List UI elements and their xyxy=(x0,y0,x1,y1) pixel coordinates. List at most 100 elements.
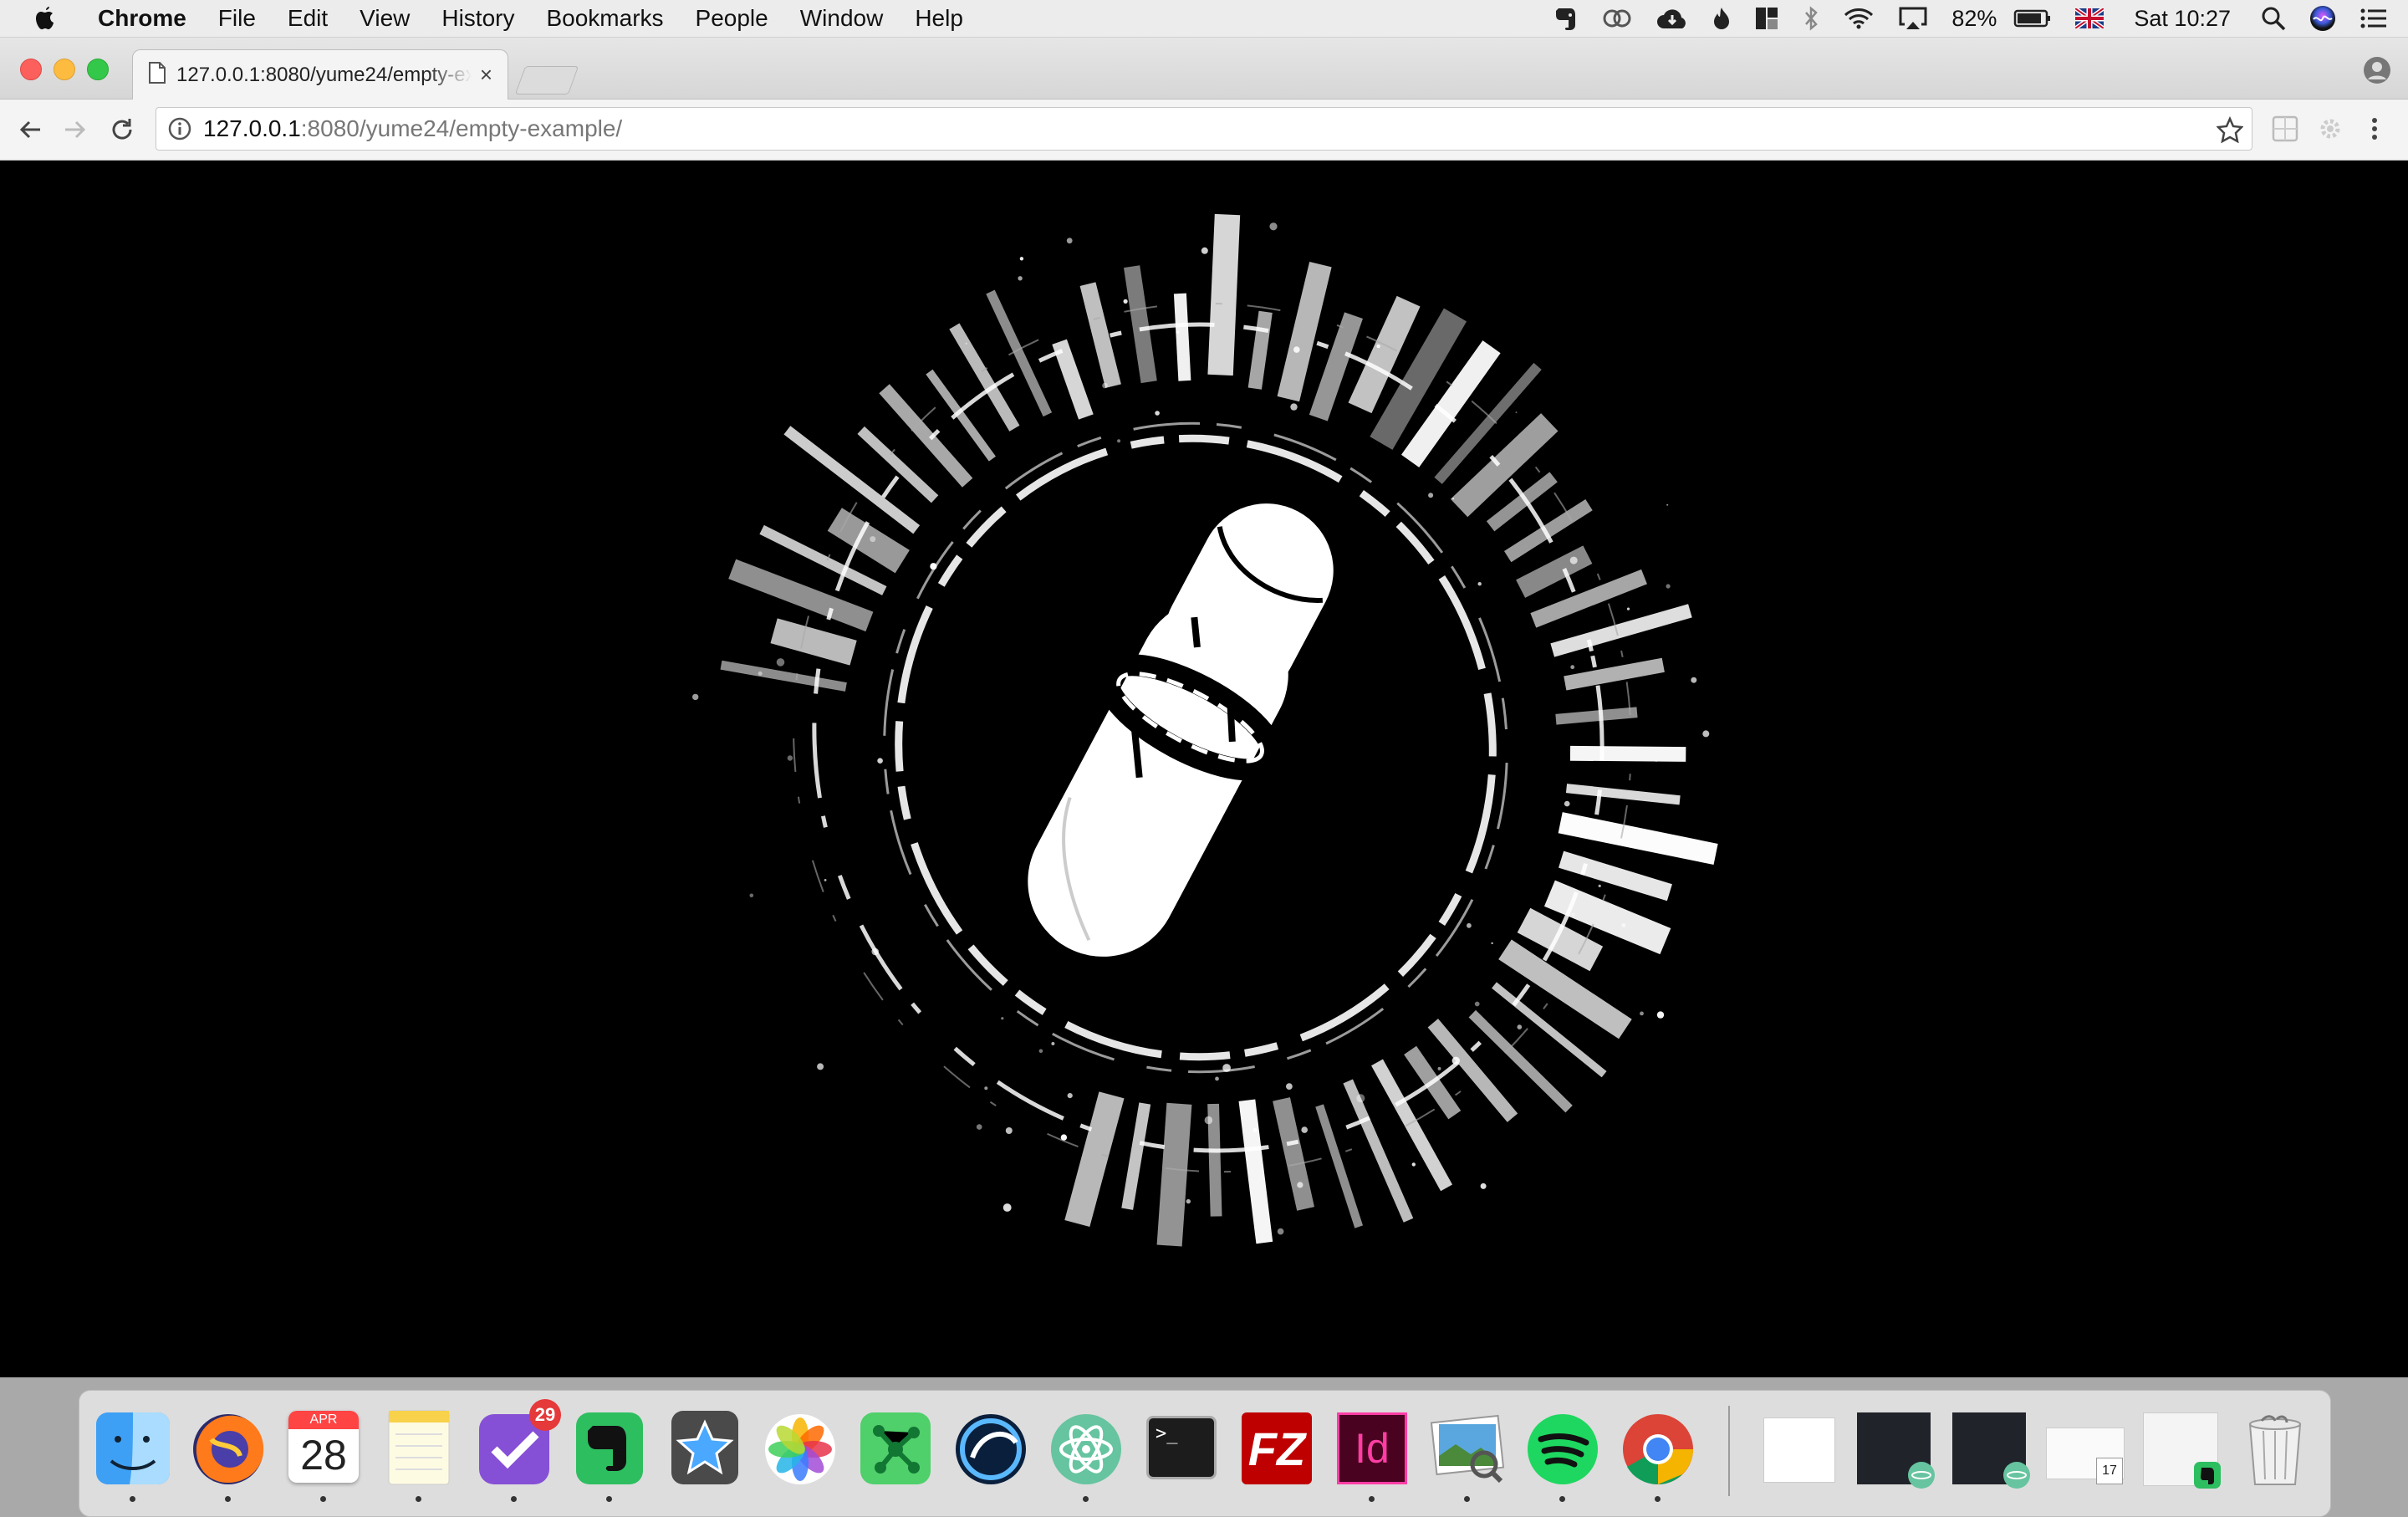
indesign-label: Id xyxy=(1337,1412,1407,1484)
tab-active[interactable]: 127.0.0.1:8080/yume24/empty-example/ × xyxy=(132,49,508,100)
flame-icon[interactable] xyxy=(1712,6,1731,31)
cinema4d-dock-icon[interactable] xyxy=(949,1406,1033,1489)
menu-view[interactable]: View xyxy=(344,5,426,32)
bookmark-star-icon[interactable] xyxy=(2216,115,2244,144)
page-favicon-icon xyxy=(148,61,166,89)
window-layout-icon[interactable] xyxy=(1754,6,1779,31)
speck xyxy=(1428,493,1434,498)
site-info-icon[interactable] xyxy=(166,115,193,142)
speck xyxy=(870,536,876,543)
running-indicator xyxy=(1559,1496,1565,1502)
speck xyxy=(1517,1024,1523,1029)
cloud-sync-icon[interactable] xyxy=(1656,7,1689,30)
running-indicator xyxy=(416,1496,421,1502)
menu-history[interactable]: History xyxy=(426,5,530,32)
running-indicator xyxy=(225,1496,231,1502)
finder-dock-icon[interactable] xyxy=(91,1406,175,1489)
evernote-status-icon[interactable] xyxy=(1553,5,1579,32)
uk-flag-icon[interactable] xyxy=(2075,8,2104,28)
speck xyxy=(1571,912,1575,917)
minimized-atom-window-1[interactable] xyxy=(1852,1406,1936,1489)
chrome-dock-icon[interactable] xyxy=(1616,1406,1700,1489)
speck xyxy=(1186,1198,1191,1204)
photos-dock-icon[interactable] xyxy=(758,1406,842,1489)
bluetooth-icon[interactable] xyxy=(1803,6,1819,31)
firefox-dock-icon[interactable] xyxy=(186,1406,270,1489)
speck xyxy=(1201,247,1208,254)
brush-stroke xyxy=(1555,707,1638,725)
preview-dock-icon[interactable] xyxy=(1426,1406,1509,1489)
wifi-icon[interactable] xyxy=(1843,7,1875,30)
calendar-page: APR 28 xyxy=(288,1411,359,1483)
new-tab-button[interactable] xyxy=(514,66,579,94)
atom-dock-icon[interactable] xyxy=(1044,1406,1128,1489)
speck xyxy=(1176,330,1180,335)
app-menu-chrome[interactable]: Chrome xyxy=(82,5,202,32)
browser-toolbar: 127.0.0.1:8080/yume24/empty-example/ xyxy=(0,100,2408,161)
speck xyxy=(1301,1126,1308,1133)
speck xyxy=(1691,677,1697,683)
running-indicator xyxy=(320,1496,326,1502)
speck xyxy=(824,879,827,881)
omnifocus-badge: 29 xyxy=(529,1399,561,1431)
brush-stroke xyxy=(1156,1102,1192,1247)
menu-people[interactable]: People xyxy=(680,5,784,32)
creative-cloud-status-icon[interactable] xyxy=(1602,7,1632,30)
speck xyxy=(1666,584,1671,589)
minimized-calendar-window[interactable]: 17 xyxy=(2043,1406,2126,1489)
speck xyxy=(1411,1162,1416,1167)
forward-button[interactable] xyxy=(60,115,90,145)
notification-center-icon[interactable] xyxy=(2360,7,2388,30)
siri-icon[interactable] xyxy=(2309,5,2336,32)
evernote-dock-icon[interactable] xyxy=(568,1406,651,1489)
blank-document-dock-icon[interactable] xyxy=(1757,1406,1840,1489)
back-button[interactable] xyxy=(15,115,45,145)
menu-file[interactable]: File xyxy=(202,5,272,32)
menu-edit[interactable]: Edit xyxy=(272,5,344,32)
airplay-icon[interactable] xyxy=(1898,6,1928,31)
apple-menu-icon[interactable] xyxy=(33,4,59,33)
indesign-dock-icon[interactable]: Id xyxy=(1330,1406,1414,1489)
spotlight-search-icon[interactable] xyxy=(2261,6,2286,31)
extension-gear-icon[interactable] xyxy=(2316,115,2344,143)
minimize-window-button[interactable] xyxy=(54,59,75,80)
menu-window[interactable]: Window xyxy=(784,5,900,32)
speck xyxy=(1356,1094,1365,1103)
filezilla-dock-icon[interactable]: FZ xyxy=(1235,1406,1319,1489)
clock[interactable]: Sat 10:27 xyxy=(2134,6,2231,32)
menu-help[interactable]: Help xyxy=(899,5,979,32)
omnifocus-dock-icon[interactable]: 29 xyxy=(472,1399,561,1489)
notes-dock-icon[interactable] xyxy=(377,1406,461,1489)
graph-app-dock-icon[interactable] xyxy=(854,1406,937,1489)
chrome-menu-icon[interactable] xyxy=(2366,115,2395,143)
minimized-evernote-window[interactable] xyxy=(2138,1406,2222,1489)
speck xyxy=(930,563,937,570)
extension-grid-icon[interactable] xyxy=(2271,115,2299,143)
terminal-dock-icon[interactable]: >_ xyxy=(1140,1406,1223,1489)
reload-button[interactable] xyxy=(107,115,137,145)
battery-icon[interactable] xyxy=(2013,8,2052,28)
minimized-atom-window-2[interactable] xyxy=(1947,1406,2031,1489)
star-app-dock-icon[interactable] xyxy=(663,1406,747,1489)
speck xyxy=(1252,1127,1258,1132)
calendar-dock-icon[interactable]: APR 28 xyxy=(282,1406,365,1489)
speck xyxy=(1051,1042,1055,1045)
trash-dock-icon[interactable] xyxy=(2233,1406,2317,1489)
address-bar[interactable]: 127.0.0.1:8080/yume24/empty-example/ xyxy=(156,107,2252,151)
zoom-window-button[interactable] xyxy=(87,59,109,80)
speck xyxy=(1123,299,1128,304)
speck xyxy=(1640,1011,1644,1016)
status-area: 82% Sat 10:27 xyxy=(1542,0,2408,37)
speck xyxy=(1155,411,1160,416)
spotify-dock-icon[interactable] xyxy=(1521,1406,1604,1489)
running-indicator xyxy=(1655,1496,1661,1502)
speck xyxy=(1655,759,1658,762)
menu-bookmarks[interactable]: Bookmarks xyxy=(530,5,679,32)
profile-icon[interactable] xyxy=(2363,56,2391,84)
speck xyxy=(1117,439,1121,443)
tab-close-icon[interactable]: × xyxy=(480,62,492,88)
generative-artwork-canvas[interactable] xyxy=(0,161,2408,1377)
speck xyxy=(965,342,967,345)
speck xyxy=(1297,1182,1303,1188)
close-window-button[interactable] xyxy=(20,59,42,80)
